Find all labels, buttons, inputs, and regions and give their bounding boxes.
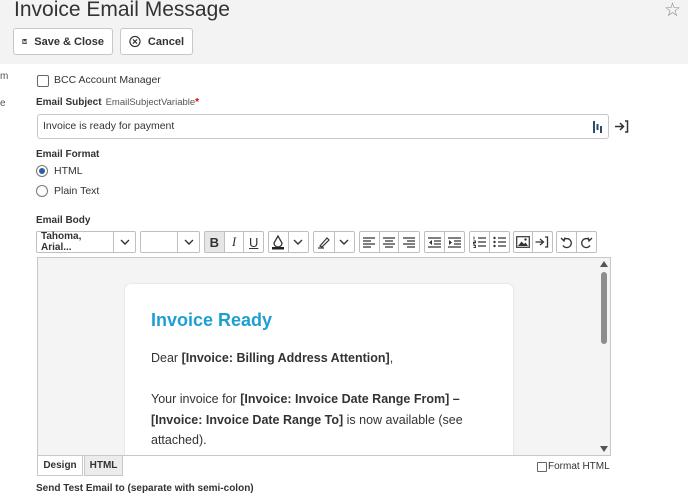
email-greeting: Dear [Invoice: Billing Address Attention…	[151, 348, 393, 369]
star-icon[interactable]: ☆	[664, 1, 681, 21]
align-left-button[interactable]	[360, 232, 380, 252]
undo-icon	[560, 236, 572, 248]
email-format-label: Email Format	[36, 149, 100, 160]
radio-html-label: HTML	[54, 165, 83, 177]
required-mark: *	[195, 97, 200, 108]
chevron-down-icon	[339, 239, 349, 245]
insert-image-button[interactable]	[514, 232, 533, 252]
radio-plain-text-label: Plain Text	[54, 185, 100, 197]
list-group	[469, 231, 510, 253]
image-icon	[515, 236, 530, 248]
format-html-checkbox[interactable]	[537, 461, 547, 472]
line1-prefix: Your invoice for	[151, 392, 241, 406]
variable-icon[interactable]	[592, 121, 603, 133]
bullet-list-icon	[493, 236, 506, 248]
bcc-checkbox[interactable]	[37, 75, 49, 87]
bold-button[interactable]: B	[205, 232, 225, 252]
font-family-select[interactable]: Tahoma, Arial...	[36, 231, 136, 253]
save-icon	[22, 38, 28, 45]
underline-icon: U	[248, 234, 259, 250]
editor-scrollbar[interactable]	[598, 258, 610, 455]
insert-field-button[interactable]	[533, 232, 552, 252]
cancel-button[interactable]: Cancel	[120, 28, 193, 55]
email-line-2: [Invoice: Invoice Date Range To] is now …	[151, 410, 463, 431]
subject-label: Email Subject EmailSubjectVariable*	[36, 97, 199, 108]
greeting-prefix: Dear	[151, 351, 182, 365]
text-style-group: B I U	[204, 231, 264, 253]
greeting-field: [Invoice: Billing Address Attention]	[181, 351, 390, 365]
greeting-suffix: ,	[389, 351, 394, 365]
cancel-label: Cancel	[147, 35, 184, 48]
format-html-option[interactable]: Format HTML	[537, 461, 610, 472]
insert-group	[513, 231, 553, 253]
font-color-button[interactable]	[268, 231, 309, 253]
tab-design[interactable]: Design	[37, 456, 83, 476]
format-html-label: Format HTML	[548, 461, 610, 472]
align-right-button[interactable]	[399, 232, 419, 252]
align-center-button[interactable]	[380, 232, 400, 252]
insert-field-icon	[535, 236, 549, 248]
email-body-label: Email Body	[36, 215, 91, 226]
email-line-3: attached).	[151, 433, 207, 447]
redo-icon	[580, 236, 593, 248]
underline-button[interactable]: U	[244, 232, 263, 252]
chevron-down-icon	[293, 239, 303, 245]
font-family-value: Tahoma, Arial...	[37, 231, 115, 253]
italic-icon: I	[231, 234, 237, 249]
outdent-icon	[427, 236, 441, 248]
indent-icon	[447, 236, 461, 248]
ordered-list-icon	[472, 236, 486, 248]
subject-label-text: Email Subject	[36, 97, 102, 108]
line2-field: [Invoice: Invoice Date Range To]	[151, 413, 344, 427]
save-close-label: Save & Close	[34, 35, 104, 48]
sidebar-fragment: m	[0, 71, 9, 82]
email-body-editor[interactable]: Invoice Ready Dear [Invoice: Billing Add…	[37, 257, 611, 456]
ordered-list-button[interactable]	[470, 232, 490, 252]
email-preview-card: Invoice Ready Dear [Invoice: Billing Add…	[125, 284, 513, 455]
align-center-icon	[383, 236, 395, 248]
insert-field-icon[interactable]	[614, 120, 629, 133]
indent-button[interactable]	[445, 232, 464, 252]
chevron-down-icon	[120, 239, 130, 245]
font-color-icon	[272, 234, 285, 249]
alignment-group	[359, 231, 420, 253]
highlighter-icon	[317, 237, 330, 249]
scroll-up-icon[interactable]	[600, 261, 608, 267]
bold-icon: B	[209, 234, 220, 250]
save-close-button[interactable]: Save & Close	[13, 28, 113, 55]
subject-input[interactable]: Invoice is ready for payment	[37, 114, 609, 139]
subject-value: Invoice is ready for payment	[43, 120, 175, 132]
subject-variable: EmailSubjectVariable	[105, 97, 196, 108]
email-heading: Invoice Ready	[151, 310, 273, 330]
align-right-icon	[403, 236, 416, 248]
highlight-button[interactable]	[313, 231, 355, 253]
outdent-button[interactable]	[425, 232, 445, 252]
line1-field: [Invoice: Invoice Date Range From] –	[240, 392, 460, 406]
radio-html[interactable]	[36, 165, 48, 177]
italic-button[interactable]: I	[225, 232, 245, 252]
sidebar-fragment: e	[0, 98, 6, 109]
undo-button[interactable]	[557, 232, 577, 252]
page-title: Invoice Email Message	[14, 0, 230, 21]
history-group	[556, 231, 597, 253]
scrollbar-thumb[interactable]	[601, 272, 607, 344]
email-line-1: Your invoice for [Invoice: Invoice Date …	[151, 389, 460, 410]
radio-plain-text[interactable]	[36, 185, 48, 197]
cancel-icon	[129, 35, 141, 48]
scroll-down-icon[interactable]	[600, 446, 608, 452]
indent-group	[424, 231, 465, 253]
redo-button[interactable]	[577, 232, 596, 252]
chevron-down-icon	[184, 239, 194, 245]
align-left-icon	[363, 236, 376, 248]
line2-suffix: is now available (see	[343, 413, 463, 427]
font-size-select[interactable]	[140, 231, 200, 253]
tab-html[interactable]: HTML	[84, 456, 123, 476]
bcc-label: BCC Account Manager	[54, 74, 161, 86]
bullet-list-button[interactable]	[490, 232, 509, 252]
header-bar: Invoice Email Message ☆ Save & Close Can…	[0, 0, 688, 64]
